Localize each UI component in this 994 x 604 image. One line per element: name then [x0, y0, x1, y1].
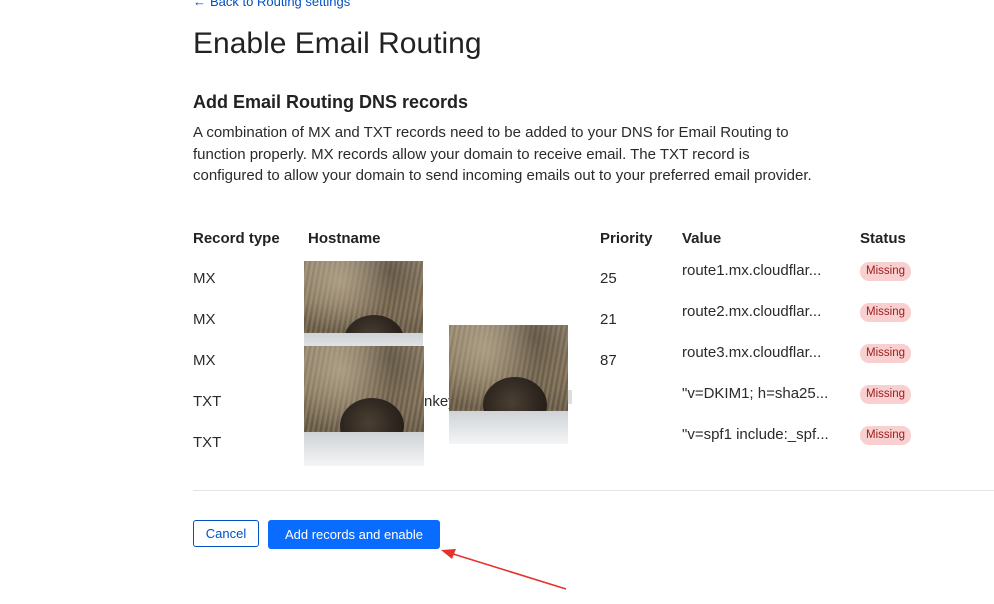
record-type-cell: MX: [193, 311, 216, 328]
value-cell: route2.mx.cloudflar...: [682, 303, 822, 320]
table-row: MX 25 route1.mx.cloudflar... Missing: [0, 262, 994, 311]
section-description: A combination of MX and TXT records need…: [193, 124, 812, 184]
page-title: Enable Email Routing: [193, 27, 482, 60]
column-header-priority: Priority: [600, 230, 653, 247]
redaction-sticker-image: [449, 325, 568, 444]
back-link-label: Back to Routing settings: [210, 0, 351, 9]
partial-text-fragment: [568, 390, 572, 404]
cancel-button[interactable]: Cancel: [193, 520, 259, 547]
priority-cell: 87: [600, 352, 617, 369]
record-type-cell: TXT: [193, 393, 222, 410]
status-badge: Missing: [860, 303, 911, 322]
divider: [193, 490, 994, 491]
status-badge: Missing: [860, 344, 911, 363]
value-cell: "v=spf1 include:_spf...: [682, 426, 829, 443]
column-header-status: Status: [860, 230, 906, 247]
arrow-left-icon: ←: [193, 0, 206, 9]
record-type-cell: MX: [193, 352, 216, 369]
page: ← Back to Routing settings Enable Email …: [0, 0, 994, 604]
column-header-record-type: Record type: [193, 230, 280, 247]
value-cell: route3.mx.cloudflar...: [682, 344, 822, 361]
record-type-cell: MX: [193, 270, 216, 287]
priority-cell: 25: [600, 270, 617, 287]
back-to-routing-settings-link[interactable]: ← Back to Routing settings: [193, 0, 350, 9]
value-cell: "v=DKIM1; h=sha25...: [682, 385, 829, 402]
column-header-value: Value: [682, 230, 722, 247]
status-badge: Missing: [860, 426, 911, 445]
record-type-cell: TXT: [193, 434, 222, 451]
column-header-hostname: Hostname: [308, 230, 381, 247]
status-badge: Missing: [860, 262, 911, 281]
section-title: Add Email Routing DNS records: [193, 92, 469, 112]
priority-cell: 21: [600, 311, 617, 328]
status-badge: Missing: [860, 385, 911, 404]
value-cell: route1.mx.cloudflar...: [682, 262, 822, 279]
add-records-and-enable-button[interactable]: Add records and enable: [268, 520, 440, 549]
redaction-sticker-image: [304, 346, 424, 466]
